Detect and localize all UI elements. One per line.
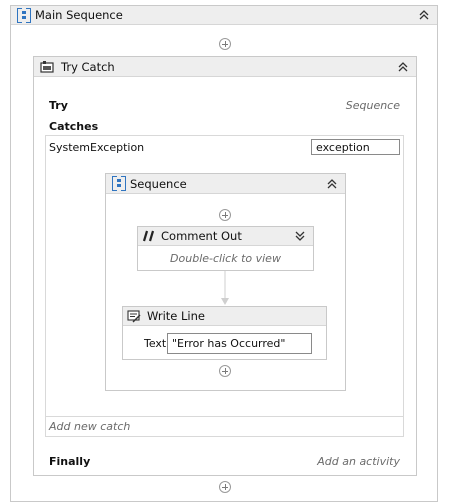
comment-out-title: Comment Out: [161, 229, 242, 243]
collapse-chevron-icon[interactable]: [417, 9, 431, 21]
comment-out-icon: [142, 230, 155, 242]
catches-label: Catches: [49, 120, 99, 133]
try-catch-header[interactable]: Try Catch: [34, 57, 416, 77]
write-line-header[interactable]: Write Line: [123, 307, 326, 326]
write-line-text-label: Text: [144, 337, 167, 350]
finally-label: Finally: [49, 455, 91, 468]
try-sequence-hint[interactable]: Sequence: [340, 99, 400, 112]
finally-add-activity-hint[interactable]: Add an activity: [300, 455, 400, 468]
divider: [45, 416, 404, 417]
try-catch-title: Try Catch: [61, 59, 115, 74]
comment-out-card[interactable]: Comment Out Double-click to view: [137, 226, 314, 271]
comment-out-hint: Double-click to view: [170, 252, 281, 265]
collapse-chevron-icon[interactable]: [396, 61, 410, 73]
write-line-text-field[interactable]: "Error has Occurred": [167, 333, 312, 354]
sequence-icon: [112, 176, 126, 191]
add-activity-icon[interactable]: [219, 365, 231, 377]
collapse-chevron-icon[interactable]: [325, 178, 339, 190]
write-line-title: Write Line: [147, 309, 205, 323]
inner-sequence-title: Sequence: [130, 176, 187, 191]
main-sequence-header[interactable]: Main Sequence: [11, 6, 437, 25]
try-catch-icon: [40, 61, 54, 73]
exception-variable-field[interactable]: exception: [311, 139, 400, 155]
try-label: Try: [49, 99, 68, 112]
connector-arrow-icon: [221, 271, 229, 305]
main-sequence-title: Main Sequence: [35, 8, 123, 22]
comment-out-header[interactable]: Comment Out: [138, 227, 313, 246]
add-activity-icon[interactable]: [219, 209, 231, 221]
inner-sequence-header[interactable]: Sequence: [106, 174, 345, 194]
exception-type-label[interactable]: SystemException: [49, 141, 144, 154]
expand-chevron-icon[interactable]: [293, 230, 307, 242]
add-activity-icon[interactable]: [219, 38, 231, 50]
add-activity-icon[interactable]: [219, 481, 231, 493]
add-new-catch-link[interactable]: Add new catch: [49, 420, 130, 433]
sequence-icon: [17, 7, 31, 23]
write-line-icon: [127, 309, 141, 322]
